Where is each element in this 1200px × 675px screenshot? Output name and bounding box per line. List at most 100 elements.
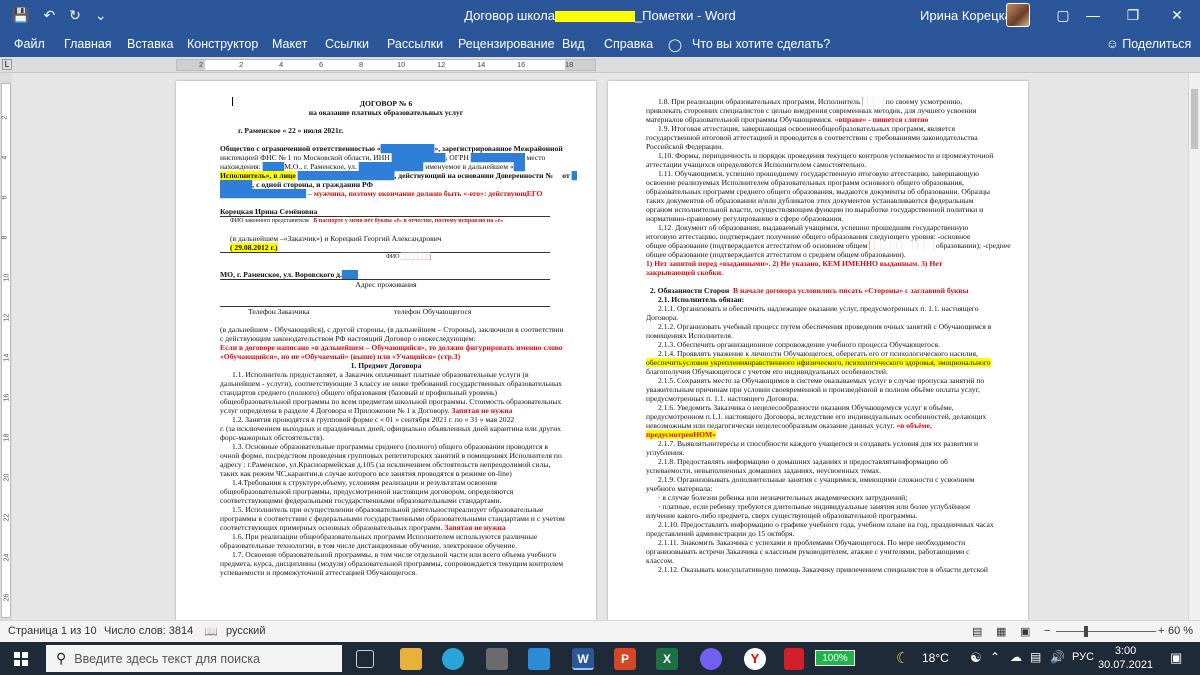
body-line: г. (за исключением выходных и праздничны… [220, 424, 562, 433]
body-line: благополучия Обучающегося с учетом его и… [646, 367, 888, 376]
contract-subtitle: на оказание платных образовательных услу… [308, 108, 464, 117]
vertical-scrollbar[interactable] [1188, 73, 1200, 620]
body-line: общее образование (подтверждается аттест… [646, 250, 906, 259]
horizontal-ruler[interactable]: 2 2 4 6 8 10 12 14 16 18 [176, 59, 596, 71]
lightbulb-icon[interactable]: ◯ [668, 37, 682, 52]
body-line: 1.3. Основные образовательные программы … [232, 442, 548, 451]
zoom-slider[interactable] [1056, 631, 1156, 632]
focus-mode-icon[interactable]: ▤ [972, 625, 982, 638]
tab-mailings[interactable]: Рассылки [387, 37, 443, 51]
proofing-icon[interactable]: 📖 [204, 625, 218, 638]
body-line: 2.1.6. Уведомить Заказчика о нецелесообр… [658, 403, 954, 412]
body-line: таких документов об образовании и/или ду… [646, 196, 974, 205]
tab-view[interactable]: Вид [562, 37, 585, 51]
scrollbar-thumb[interactable] [1191, 89, 1198, 149]
zoom-in-button[interactable]: + [1158, 625, 1164, 637]
windows-start-icon[interactable] [14, 652, 28, 666]
body-line: успеваемости и промежуточной аттестацией… [220, 568, 418, 577]
body-line: предмета, курса, дисциплины (модуля) обр… [220, 559, 564, 568]
party-line: нахождения: ████М.О., г. Раменское, ул. … [220, 162, 525, 171]
document-page-2[interactable]: 1.8. При реализации образовательных прог… [608, 81, 1028, 620]
word-taskbar-icon[interactable]: W [572, 648, 594, 670]
tab-references[interactable]: Ссылки [325, 37, 369, 51]
body-line: освоение реализуемых Исполнителем образо… [646, 178, 964, 187]
page-counter[interactable]: Страница 1 из 10 [8, 625, 97, 637]
tell-me-search[interactable]: Что вы хотите сделать? [692, 37, 830, 51]
viber-icon[interactable] [700, 648, 722, 670]
undo-icon[interactable]: ↶ [43, 7, 55, 24]
temperature[interactable]: 18°C [922, 651, 949, 665]
party-line: Исполнитель», в лице ██████████████████,… [220, 171, 577, 180]
weather-moon-icon[interactable]: ☾ [896, 649, 909, 667]
document-canvas[interactable]: ДОГОВОР № 6 на оказание платных образова… [12, 73, 1188, 620]
battery-badge[interactable]: 100% [815, 650, 855, 666]
phone-student-label: телефон Обучающегося [394, 307, 472, 316]
ribbon-tabs: Файл Главная Вставка Конструктор Макет С… [0, 30, 1200, 57]
body-line: классом. [646, 556, 674, 565]
redo-icon[interactable]: ↻ [69, 7, 81, 24]
file-explorer-icon[interactable] [400, 648, 422, 670]
excel-icon[interactable]: X [656, 648, 678, 670]
section-heading: 1. Предмет Договора [350, 361, 422, 370]
notifications-icon[interactable]: ▣ [1170, 650, 1182, 666]
cloud-icon[interactable]: ☁ [1010, 650, 1022, 664]
section-heading: 2. Обязанности Сторон В начале договора … [650, 286, 969, 295]
clock-time: 3:00 [1114, 645, 1137, 657]
tab-layout[interactable]: Макет [272, 37, 307, 51]
language-indicator[interactable]: русский [226, 625, 265, 637]
mail-icon[interactable] [528, 648, 550, 670]
yandex-browser-icon[interactable]: Y [744, 648, 766, 670]
contract-title: ДОГОВОР № 6 [359, 99, 413, 108]
volume-icon[interactable]: 🔊 [1050, 650, 1065, 664]
body-line: представлений администрации до 15 октябр… [646, 529, 795, 538]
app-icon[interactable] [784, 648, 804, 670]
tab-file[interactable]: Файл [14, 37, 45, 51]
body-line: образовательные технологии, в том числе … [220, 541, 517, 550]
body-line: 2.1.9. Организовывать дополнительные зан… [658, 475, 975, 484]
people-icon[interactable]: ☯ [970, 650, 982, 666]
user-name[interactable]: Ирина Корецкая [920, 8, 1019, 23]
show-hidden-icons-icon[interactable]: ⌃ [990, 650, 1000, 664]
party-line: ██████, с одной стороны, и гражданин РФ [220, 180, 374, 189]
store-icon[interactable] [486, 648, 508, 670]
body-line: успеваемости, невыполненных домашних зад… [646, 466, 881, 475]
body-line: 1.7. Освоение образовательной программы,… [232, 550, 557, 559]
tab-home[interactable]: Главная [64, 37, 112, 51]
body-line: 1.8. При реализации образовательных прог… [658, 97, 963, 106]
powerpoint-icon[interactable]: P [614, 648, 636, 670]
zoom-out-button[interactable]: − [1044, 625, 1050, 637]
review-note: 1) Нет запятой перед «выданными». 2) Не … [646, 259, 943, 268]
zoom-slider-thumb[interactable] [1084, 626, 1088, 637]
vertical-ruler[interactable]: 2 4 6 8 10 12 14 16 18 20 22 24 26 [0, 73, 12, 620]
taskbar-search-box[interactable]: ⚲ Введите здесь текст для поиска [46, 645, 342, 672]
task-view-icon[interactable] [356, 650, 374, 668]
save-icon[interactable]: 💾 [12, 7, 29, 24]
zoom-level[interactable]: 60 % [1168, 625, 1193, 637]
body-line: предусмотренных п. 1.1. настоящего Догов… [646, 394, 799, 403]
read-mode-icon[interactable]: ▦ [996, 625, 1006, 638]
print-layout-icon[interactable]: ▣ [1020, 625, 1030, 638]
body-line: материалов образовательной программы Обу… [646, 115, 929, 124]
document-page-1[interactable]: ДОГОВОР № 6 на оказание платных образова… [176, 81, 596, 620]
customize-qa-icon[interactable]: ⌄ [95, 7, 107, 24]
network-icon[interactable]: ▤ [1030, 650, 1041, 664]
tab-design[interactable]: Конструктор [187, 37, 258, 51]
body-line: государственной итоговой аттестацией и п… [646, 133, 978, 142]
body-line: 1.12. Документ об образовании, выдаваемы… [658, 223, 969, 232]
tab-help[interactable]: Справка [604, 37, 653, 51]
share-button[interactable]: ☺ Поделиться [1106, 37, 1191, 51]
user-avatar[interactable] [1006, 3, 1030, 27]
close-button[interactable]: ✕ [1154, 0, 1200, 30]
body-line: уважительным причинам при условии своевр… [646, 385, 980, 394]
system-clock[interactable]: 3:00 30.07.2021 [1098, 644, 1153, 672]
tab-selector-icon[interactable]: L [2, 59, 12, 70]
person-icon: ☺ [1106, 37, 1123, 51]
edge-icon[interactable] [442, 648, 464, 670]
body-line: Договора. [646, 313, 679, 322]
word-count[interactable]: Число слов: 3814 [104, 625, 193, 637]
keyboard-language[interactable]: РУС [1072, 651, 1094, 663]
body-line: программы в соответствии с федеральными … [220, 514, 565, 523]
maximize-button[interactable]: ❐ [1110, 0, 1156, 30]
tab-review[interactable]: Рецензирование [458, 37, 555, 51]
tab-insert[interactable]: Вставка [127, 37, 173, 51]
